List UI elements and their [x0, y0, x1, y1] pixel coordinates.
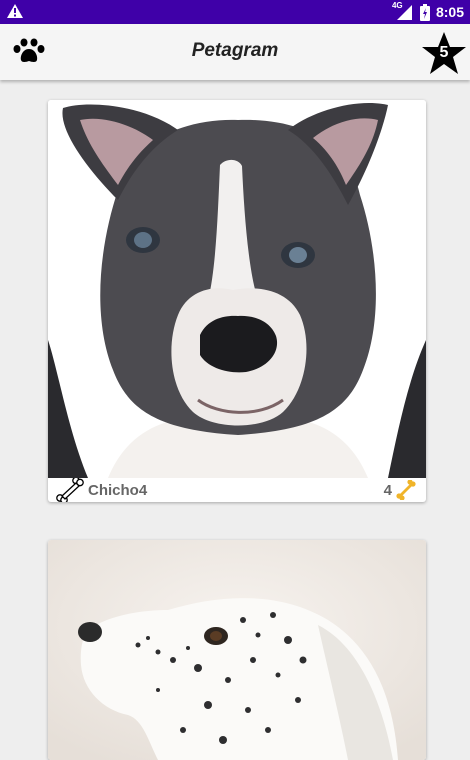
app-bar: Petagram 5 — [0, 24, 470, 80]
like-count: 4 — [383, 482, 392, 499]
favorites-button[interactable]: 5 — [421, 30, 467, 76]
signal-icon: 4G — [392, 1, 414, 21]
battery-icon — [419, 3, 430, 21]
bone-outline-icon[interactable] — [56, 478, 84, 502]
pet-photo — [48, 540, 426, 760]
clock: 8:05 — [435, 4, 464, 20]
status-bar: 4G 8:05 — [0, 0, 470, 24]
pet-card-footer: Chicho4 4 — [48, 478, 426, 502]
page-title: Petagram — [191, 40, 279, 61]
pet-name: Chicho4 — [88, 482, 148, 499]
warning-icon — [7, 4, 23, 18]
pet-card — [48, 540, 426, 760]
favorites-count: 5 — [439, 44, 449, 61]
bone-gold-icon[interactable] — [396, 480, 416, 500]
pet-photo — [48, 100, 426, 478]
pet-card: Chicho4 4 — [48, 100, 426, 502]
